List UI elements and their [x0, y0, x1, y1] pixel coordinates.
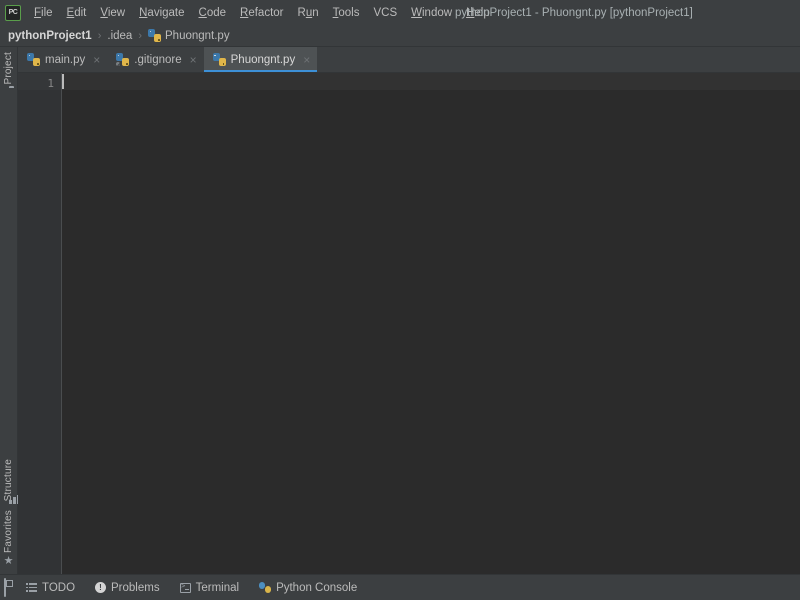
status-button-todo-label: TODO: [42, 582, 75, 594]
editor-tab-label: .gitignore: [134, 54, 181, 66]
main-body: Project Structure Favorites ★: [0, 47, 800, 574]
breadcrumb-item-file-label: Phuongnt.py: [165, 30, 230, 42]
tab-close-icon[interactable]: ×: [93, 54, 100, 66]
status-button-terminal[interactable]: Terminal: [180, 582, 239, 594]
tool-button-favorites-label: Favorites: [3, 510, 14, 553]
text-caret: [62, 74, 64, 89]
editor-column: main.py × .gitignore × Phuongnt.py: [18, 47, 800, 574]
status-button-python-console-label: Python Console: [276, 582, 357, 594]
menu-item-view[interactable]: View: [93, 4, 132, 22]
terminal-icon: [180, 583, 191, 593]
python-file-icon: [213, 53, 226, 66]
breadcrumb-item-project[interactable]: pythonProject1: [8, 30, 92, 42]
menu-item-code[interactable]: Code: [192, 4, 234, 22]
tool-button-structure-label: Structure: [3, 459, 14, 501]
breadcrumb-item-idea[interactable]: .idea: [107, 30, 132, 42]
code-text-area[interactable]: [62, 73, 800, 574]
menu-item-vcs[interactable]: VCS: [366, 4, 404, 22]
python-file-icon: [27, 53, 40, 66]
menu-item-navigate[interactable]: Navigate: [132, 4, 191, 22]
problems-icon: !: [95, 582, 106, 593]
editor-tab-label: Phuongnt.py: [231, 54, 296, 66]
editor-tab-main-py[interactable]: main.py ×: [18, 47, 107, 72]
status-button-todo[interactable]: TODO: [26, 582, 75, 594]
tool-strip-bottom-group: Structure Favorites ★: [3, 456, 14, 570]
editor-tab-bar: main.py × .gitignore × Phuongnt.py: [18, 47, 800, 73]
status-button-terminal-label: Terminal: [196, 582, 239, 594]
menu-item-run[interactable]: Run: [291, 4, 326, 22]
breadcrumb-separator: ›: [98, 30, 102, 42]
menu-item-window[interactable]: Window: [404, 4, 459, 22]
line-number: 1: [47, 77, 54, 90]
status-button-python-console[interactable]: Python Console: [259, 582, 357, 594]
editor-tab-label: main.py: [45, 54, 85, 66]
code-editor[interactable]: 1: [18, 73, 800, 574]
menu-bar: PC File Edit View Navigate Code Refactor…: [0, 0, 800, 25]
tool-button-project-label: Project: [3, 52, 14, 85]
tool-button-favorites[interactable]: Favorites ★: [3, 507, 14, 570]
menu-item-edit[interactable]: Edit: [60, 4, 94, 22]
breadcrumb: pythonProject1 › .idea › Phuongnt.py: [0, 25, 800, 47]
menu-item-tools[interactable]: Tools: [326, 4, 367, 22]
pycharm-window: PC File Edit View Navigate Code Refactor…: [0, 0, 800, 600]
hide-window-icon[interactable]: [4, 579, 6, 597]
pycharm-logo-icon: PC: [5, 5, 21, 21]
editor-gutter[interactable]: 1: [18, 73, 62, 574]
star-icon: ★: [4, 556, 14, 567]
python-console-icon: [259, 582, 271, 593]
status-button-problems[interactable]: ! Problems: [95, 582, 160, 594]
left-tool-strip: Project Structure Favorites ★: [0, 47, 18, 574]
status-button-problems-label: Problems: [111, 582, 160, 594]
tool-strip-top-group: Project: [3, 49, 14, 91]
editor-tab-gitignore[interactable]: .gitignore ×: [107, 47, 203, 72]
python-file-icon: [148, 29, 161, 42]
editor-tab-phuongnt-py[interactable]: Phuongnt.py ×: [204, 47, 318, 72]
tool-button-structure[interactable]: Structure: [3, 456, 14, 507]
tool-button-project[interactable]: Project: [3, 49, 14, 91]
current-line-highlight: [62, 73, 800, 90]
breadcrumb-separator: ›: [138, 30, 142, 42]
menu-item-refactor[interactable]: Refactor: [233, 4, 290, 22]
python-file-ignored-icon: [116, 53, 129, 66]
gutter-current-line-highlight: [18, 73, 61, 90]
breadcrumb-item-file[interactable]: Phuongnt.py: [148, 29, 230, 42]
menu-item-file[interactable]: File: [27, 4, 60, 22]
status-bar: TODO ! Problems Terminal Python Console: [0, 574, 800, 600]
pycharm-logo-text: PC: [9, 9, 18, 16]
todo-list-icon: [26, 583, 37, 592]
tab-close-icon[interactable]: ×: [303, 54, 310, 66]
tab-close-icon[interactable]: ×: [190, 54, 197, 66]
window-title: pythonProject1 - Phuongnt.py [pythonProj…: [455, 7, 693, 19]
